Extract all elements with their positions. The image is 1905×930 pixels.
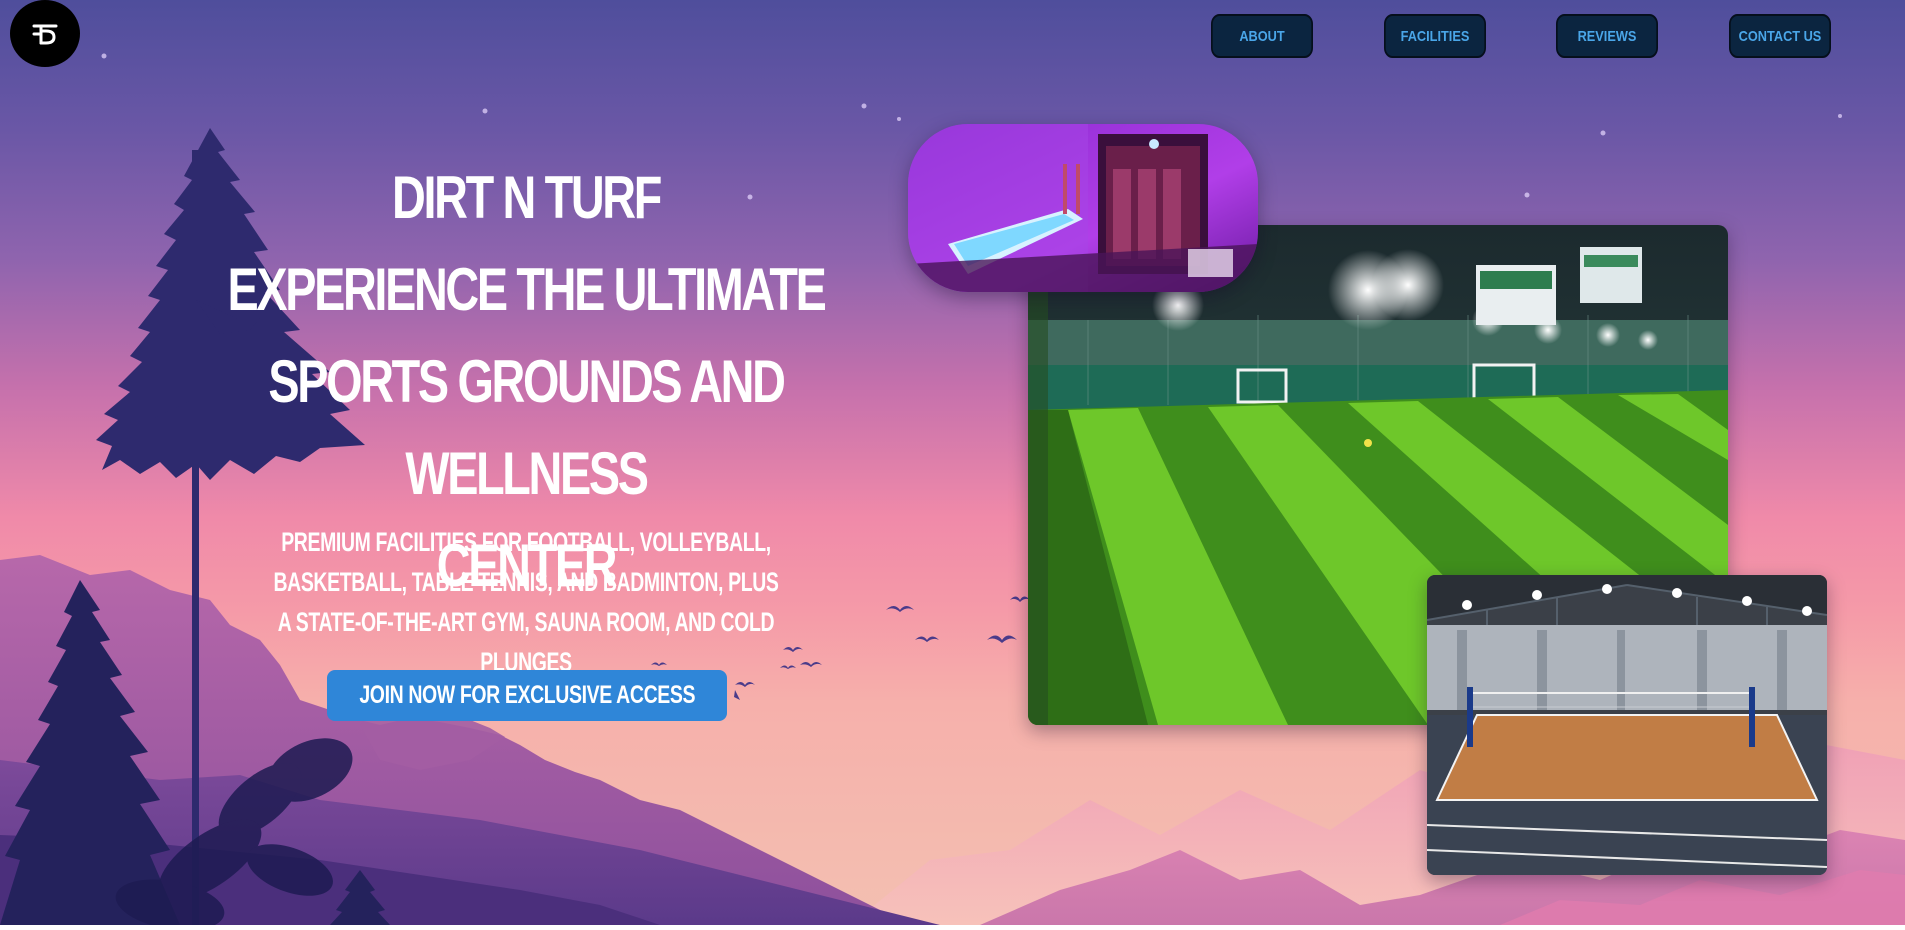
hero-title-line: EXPERIENCE THE ULTIMATE — [227, 256, 826, 323]
join-now-button[interactable]: JOIN NOW FOR EXCLUSIVE ACCESS — [327, 670, 727, 721]
logo[interactable] — [10, 0, 80, 67]
sauna-room-photo — [908, 124, 1258, 292]
nav-contact-us-button[interactable]: CONTACT US — [1729, 14, 1831, 58]
indoor-volleyball-court-photo — [1427, 575, 1827, 875]
hero-section: ABOUT FACILITIES REVIEWS CONTACT US DIRT… — [0, 0, 1905, 925]
nav-about-button[interactable]: ABOUT — [1211, 14, 1313, 58]
dt-monogram-icon — [32, 24, 58, 44]
hero-title-brand: DIRT N TURF — [391, 164, 662, 231]
hero-subtitle: PREMIUM FACILITIES FOR FOOTBALL, VOLLEYB… — [273, 527, 779, 677]
join-now-button-label: JOIN NOW FOR EXCLUSIVE ACCESS — [359, 681, 695, 709]
nav-reviews-button[interactable]: REVIEWS — [1556, 14, 1658, 58]
nav-facilities-button[interactable]: FACILITIES — [1384, 14, 1486, 58]
hero-title-line: SPORTS GROUNDS AND WELLNESS — [268, 348, 786, 507]
